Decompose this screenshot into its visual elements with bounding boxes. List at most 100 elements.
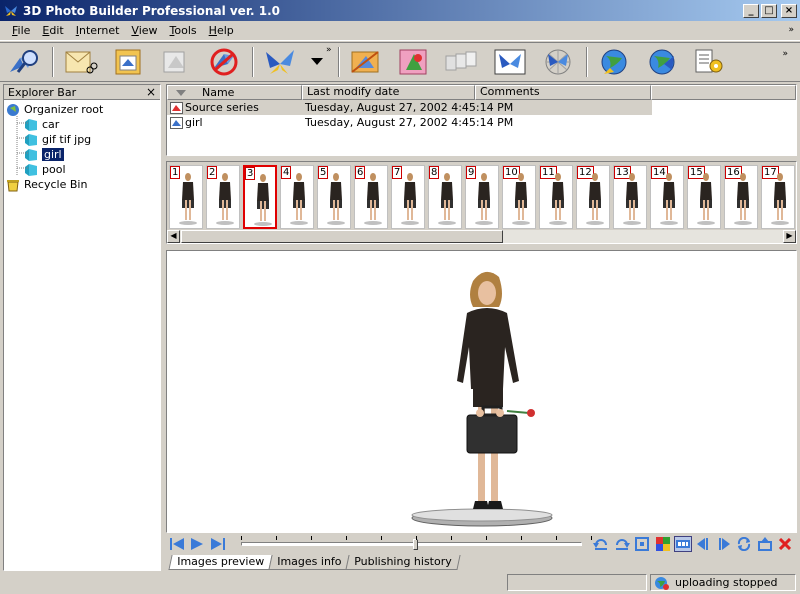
status-panel-upload: uploading stopped — [650, 574, 796, 591]
tree-item-organizer-root[interactable]: Organizer root — [6, 102, 158, 117]
explorer-header: Explorer Bar × — [4, 85, 160, 100]
thumbnail[interactable]: 12 — [576, 165, 610, 229]
column-comments[interactable]: Comments — [475, 85, 651, 100]
thumbnail[interactable]: 2 — [206, 165, 240, 229]
series-name: girl — [185, 116, 203, 129]
toolbar-chevron-icon[interactable]: » — [782, 49, 788, 59]
series-date: Tuesday, August 27, 2002 4:45:14 PM — [305, 116, 514, 129]
explorer-close-button[interactable]: × — [146, 85, 156, 99]
scroll-right-icon[interactable]: ▶ — [783, 230, 796, 243]
filmstrip-button[interactable] — [674, 536, 692, 552]
butterfly-frame-button[interactable] — [490, 45, 530, 79]
thumbnail[interactable]: 4 — [280, 165, 314, 229]
sort-arrow-icon — [176, 89, 186, 96]
thumbnail[interactable]: 10 — [502, 165, 536, 229]
search-button[interactable] — [4, 45, 44, 79]
rotate-right-button[interactable] — [613, 536, 630, 552]
thumbnail[interactable]: 15 — [687, 165, 721, 229]
copy-button[interactable] — [156, 45, 196, 79]
thumbnail[interactable]: 14 — [650, 165, 684, 229]
butterfly-web-button[interactable] — [538, 45, 578, 79]
settings-icon — [695, 49, 723, 73]
menu-help[interactable]: Help — [203, 24, 240, 37]
butterfly-dropdown-button[interactable] — [308, 45, 326, 79]
series-row[interactable]: girl Tuesday, August 27, 2002 4:45:14 PM — [167, 115, 796, 130]
settings-button[interactable] — [690, 45, 730, 79]
scroll-left-icon[interactable]: ◀ — [167, 230, 180, 243]
cut-button[interactable] — [60, 45, 100, 79]
scroll-thumb[interactable] — [181, 230, 503, 243]
status-text: uploading stopped — [675, 576, 778, 589]
delete-frame-button[interactable] — [776, 536, 793, 552]
thumbnail-photo — [216, 173, 234, 225]
slider-tick — [591, 536, 593, 540]
play-button[interactable] — [188, 536, 205, 552]
thumbnail[interactable]: 13 — [613, 165, 647, 229]
slider-tick — [311, 536, 313, 540]
slider-knob[interactable] — [413, 539, 419, 550]
first-frame-button[interactable] — [168, 536, 185, 552]
fit-button[interactable] — [633, 536, 650, 552]
thumbnail[interactable]: 11 — [539, 165, 573, 229]
window-title: 3D Photo Builder Professional ver. 1.0 — [23, 3, 281, 18]
frame-slider[interactable] — [241, 536, 593, 552]
export-button[interactable] — [756, 536, 773, 552]
next-step-button[interactable] — [715, 536, 732, 552]
menu-view[interactable]: View — [125, 24, 163, 37]
paste-button[interactable] — [108, 45, 148, 79]
column-date[interactable]: Last modify date — [302, 85, 475, 100]
tree-item-recycle-bin[interactable]: Recycle Bin — [6, 177, 158, 192]
crop-button[interactable] — [346, 45, 386, 79]
close-button[interactable]: × — [781, 3, 797, 18]
maximize-button[interactable]: □ — [761, 3, 777, 18]
minimize-button[interactable]: _ — [743, 3, 759, 18]
tab-publishing-history[interactable]: Publishing history — [345, 555, 461, 570]
status-bar: uploading stopped — [0, 574, 800, 594]
prev-step-button[interactable] — [695, 536, 712, 552]
menu-file[interactable]: File — [6, 24, 36, 37]
refresh-button[interactable] — [736, 536, 753, 552]
thumbnail[interactable]: 8 — [428, 165, 462, 229]
thumbnail[interactable]: 16 — [724, 165, 758, 229]
thumbnail-strip: 12345678910111213141516171 ◀ ▶ — [166, 161, 797, 244]
menu-edit[interactable]: Edit — [36, 24, 69, 37]
last-frame-button[interactable] — [209, 536, 226, 552]
column-name[interactable]: Name — [167, 85, 302, 100]
menu-chevron-icon[interactable]: » — [788, 25, 794, 35]
rotate-left-icon — [593, 539, 608, 550]
refresh-icon — [738, 537, 751, 551]
thumbnail[interactable]: 1 — [169, 165, 203, 229]
sequence-button[interactable] — [442, 45, 482, 79]
globe-refresh-button[interactable] — [594, 45, 634, 79]
delete-button[interactable] — [204, 45, 244, 79]
slider-tick — [416, 536, 418, 540]
explorer-bar: Explorer Bar × Organizer root car gif ti… — [3, 84, 161, 571]
thumbnail[interactable]: 5 — [317, 165, 351, 229]
rotate-left-button[interactable] — [592, 536, 609, 552]
butterfly-button[interactable] — [260, 45, 300, 79]
palette-icon — [655, 537, 670, 551]
thumbnail-scrollbar[interactable]: ◀ ▶ — [167, 230, 796, 243]
close-icon — [779, 538, 792, 550]
title-bar: 3D Photo Builder Professional ver. 1.0 _… — [0, 0, 800, 21]
crop-icon — [350, 51, 379, 73]
skip-back-icon — [169, 538, 184, 550]
menu-internet[interactable]: Internet — [70, 24, 126, 37]
series-row[interactable]: Source series Tuesday, August 27, 2002 4… — [167, 100, 652, 115]
menu-tools[interactable]: Tools — [164, 24, 203, 37]
tab-images-preview[interactable]: Images preview — [168, 555, 273, 570]
color-button[interactable] — [394, 45, 434, 79]
thumbnail[interactable]: 17 — [761, 165, 795, 229]
thumbnail[interactable]: 6 — [354, 165, 388, 229]
thumbnail-photo — [586, 173, 604, 225]
toolbar-chevron-icon[interactable]: » — [326, 45, 332, 55]
color-picker-button[interactable] — [654, 536, 671, 552]
thumbnail-photo — [179, 173, 197, 225]
app-icon — [5, 5, 17, 16]
globe-button[interactable] — [642, 45, 682, 79]
column-empty — [651, 85, 796, 100]
thumbnail[interactable]: 7 — [391, 165, 425, 229]
thumbnail[interactable]: 3 — [243, 165, 277, 229]
thumbnail[interactable]: 9 — [465, 165, 499, 229]
tab-images-info[interactable]: Images info — [268, 555, 350, 570]
